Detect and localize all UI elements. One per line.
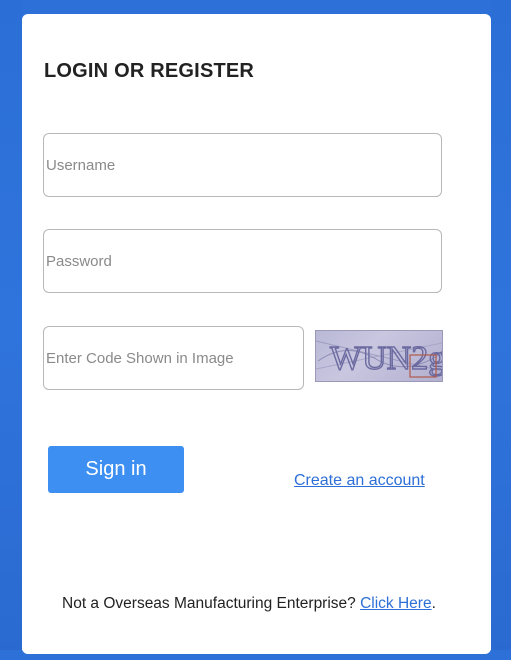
- login-title: LOGIN OR REGISTER: [44, 60, 255, 82]
- background-left: [0, 0, 22, 660]
- footer-prompt: Not a Overseas Manufacturing Enterprise?: [62, 595, 361, 612]
- click-here-link[interactable]: Click Here: [360, 595, 431, 612]
- footer-suffix: .: [431, 595, 436, 612]
- captcha-text: WUN2g: [330, 340, 442, 377]
- background-right: [491, 0, 511, 660]
- sign-in-button[interactable]: Sign in: [48, 446, 184, 493]
- create-account-link[interactable]: Create an account: [294, 472, 425, 490]
- captcha-input[interactable]: [43, 326, 304, 390]
- username-input[interactable]: [43, 133, 442, 197]
- password-input[interactable]: [43, 229, 442, 293]
- footer-text: Not a Overseas Manufacturing Enterprise?…: [62, 595, 436, 613]
- captcha-image[interactable]: WUN2g: [315, 330, 443, 382]
